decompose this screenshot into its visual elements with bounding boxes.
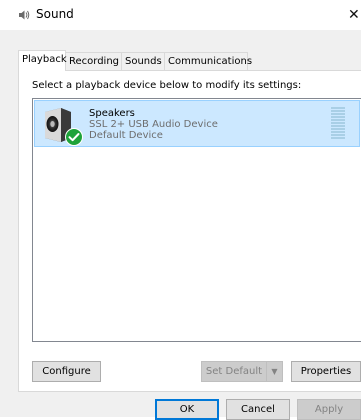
- list-item[interactable]: Speakers SSL 2+ USB Audio Device Default…: [34, 100, 360, 147]
- properties-button[interactable]: Properties: [291, 361, 361, 382]
- device-description: SSL 2+ USB Audio Device: [89, 119, 218, 130]
- device-status: Default Device: [89, 130, 163, 141]
- device-list[interactable]: Speakers SSL 2+ USB Audio Device Default…: [32, 98, 361, 342]
- configure-button[interactable]: Configure: [32, 361, 101, 382]
- checkmark-icon: [65, 128, 83, 146]
- set-default-button[interactable]: Set Default: [201, 361, 267, 382]
- instruction-text: Select a playback device below to modify…: [32, 80, 302, 91]
- chevron-down-icon: ▼: [271, 367, 278, 376]
- divider: [0, 392, 361, 393]
- device-name: Speakers: [89, 108, 135, 119]
- volume-level-meter: [331, 107, 345, 139]
- speaker-icon: [19, 10, 30, 20]
- tab-sounds[interactable]: Sounds: [121, 52, 165, 70]
- set-default-dropdown-button[interactable]: ▼: [266, 361, 283, 382]
- tab-playback[interactable]: Playback: [18, 50, 67, 71]
- close-icon: ✕: [348, 7, 360, 23]
- sound-dialog: Sound ✕ Playback Recording Sounds Commun…: [0, 0, 361, 420]
- tab-recording[interactable]: Recording: [65, 52, 122, 70]
- close-button[interactable]: ✕: [348, 4, 361, 26]
- title-bar: Sound ✕: [0, 0, 361, 30]
- tab-communications[interactable]: Communications: [164, 52, 252, 70]
- window-title: Sound: [36, 7, 74, 21]
